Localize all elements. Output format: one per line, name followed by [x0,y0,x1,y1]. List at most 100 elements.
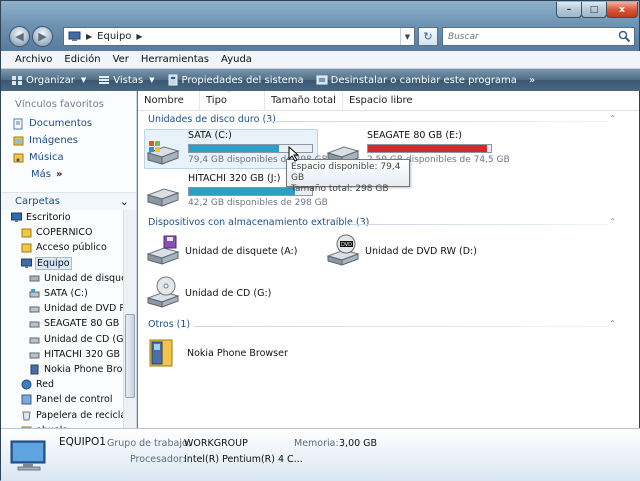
drive-name: SATA (C:) [188,130,232,141]
computer-name: EQUIPO1 [59,436,106,448]
organize-button[interactable]: Organizar ▼ [7,74,90,86]
menu-edicion[interactable]: Edición [58,54,106,65]
drive-item-disquete[interactable]: Unidad de disquete (A:) [144,234,297,268]
chevron-down-icon: ⌄ [119,195,129,208]
refresh-button[interactable]: ↻ [418,27,438,46]
drive-usage-fill [189,145,279,152]
phone-browser-icon [149,339,173,367]
refresh-icon: ↻ [423,30,433,43]
collapse-icon[interactable]: ⌃ [609,217,616,226]
favorite-label: Documentos [29,118,93,129]
chevron-down-icon: ▼ [404,32,411,41]
uninstall-button[interactable]: Desinstalar o cambiar este programa [312,74,521,86]
minimize-button[interactable]: – [556,2,582,18]
windows-hard-drive-icon [146,141,180,165]
column-nombre[interactable]: Nombre [138,91,200,111]
tree-item-hitachi-j[interactable]: HITACHI 320 GB (J:) [1,347,123,362]
system-properties-label: Propiedades del sistema [181,74,304,86]
maximize-button[interactable]: □ [581,2,607,18]
phone-browser-icon [30,364,39,375]
column-headers: Nombre Tipo ⌃ Tamaño total Espacio libre [138,91,639,111]
drive-name: Unidad de DVD RW (D:) [365,245,477,257]
tree-item-sata-c[interactable]: SATA (C:) [1,286,123,301]
menu-bar: Archivo Edición Ver Herramientas Ayuda [1,51,640,69]
favorite-documentos[interactable]: Documentos [1,115,136,132]
memory-value: 3,00 GB [339,438,378,449]
drive-item-cd-g[interactable]: Unidad de CD (G:) [144,276,271,310]
chevron-down-icon: ▼ [149,76,155,84]
breadcrumb-equipo[interactable]: Equipo [97,31,131,42]
views-icon [99,76,110,84]
drive-usage-fill [368,145,488,152]
collapse-icon[interactable]: ⌃ [609,114,616,123]
address-dropdown-button[interactable]: ▼ [400,28,414,45]
pictures-icon [13,136,24,145]
workgroup-value: WORKGROUP [184,438,248,449]
tree-label: Equipo [35,256,72,270]
dvd-drive-icon [29,306,40,313]
folders-header[interactable]: Carpetas ⌄ [1,192,136,210]
drive-usage-fill [189,188,295,195]
cd-drive-icon [146,276,180,308]
tree-item-seagate-e[interactable]: SEAGATE 80 GB (E:) [1,316,123,331]
organize-label: Organizar [26,74,75,86]
column-tamano-total[interactable]: Tamaño total [265,91,343,111]
tree-label: Escritorio [26,212,71,224]
more-favorites-link[interactable]: Más » [1,166,136,183]
desktop-icon [11,212,22,223]
views-button[interactable]: Vistas ▼ [94,74,158,86]
drive-tooltip: Espacio disponible: 79,4 GB Tamaño total… [286,159,410,194]
favorite-imagenes[interactable]: Imágenes [1,132,136,149]
tree-item-nokia[interactable]: Nokia Phone Browser [1,362,123,377]
column-espacio-libre[interactable]: Espacio libre [343,91,427,111]
tooltip-line: Espacio disponible: 79,4 GB [291,162,401,183]
drive-item-hitachi-j[interactable] [144,177,182,211]
folders-title: Carpetas [15,196,60,207]
tree-item-panel-control[interactable]: Panel de control [1,392,123,407]
tree-item-dvd-d[interactable]: Unidad de DVD RW (D:) [1,301,123,316]
menu-archivo[interactable]: Archivo [9,54,58,65]
back-button[interactable]: ◀ [9,26,30,47]
chevron-down-icon: ▼ [80,76,87,84]
menu-ver[interactable]: Ver [107,54,135,65]
tree-label: Acceso público [36,242,107,254]
tree-item-escritorio[interactable]: Escritorio [1,210,123,225]
tree-label: Unidad de disquete (A:) [44,272,123,284]
search-icon[interactable] [618,30,631,43]
folder-tree-scrollbar[interactable] [123,210,136,428]
tree-item-equipo[interactable]: Equipo [1,256,123,271]
favorite-musica[interactable]: Música [1,149,136,166]
group-divider [194,326,608,327]
close-button[interactable]: x [606,2,638,18]
drive-item-sata-c[interactable] [144,135,182,169]
tree-item-disquete[interactable]: Unidad de disquete (A:) [1,271,123,286]
tooltip-line: Tamaño total: 298 GB [291,184,389,194]
address-bar[interactable]: ▶ Equipo ▶ ▼ [63,27,415,46]
tree-item-copernico[interactable]: COPERNICO [1,225,123,240]
menu-herramientas[interactable]: Herramientas [135,54,215,65]
tree-item-papelera[interactable]: Papelera de reciclaje [1,407,123,422]
drive-item-dvd-d[interactable]: DVD Unidad de DVD RW (D:) [324,234,477,268]
column-tipo[interactable]: Tipo ⌃ [200,91,265,111]
tree-item-red[interactable]: Red [1,377,123,392]
forward-button[interactable]: ▶ [32,26,53,47]
item-nokia-phone-browser[interactable]: Nokia Phone Browser [146,336,288,370]
more-commands-button[interactable]: » [525,75,539,86]
group-divider [350,224,608,225]
network-icon [21,379,32,390]
tree-item-acceso-publico[interactable]: Acceso público [1,240,123,255]
title-bar: – □ x [1,1,640,23]
menu-ayuda[interactable]: Ayuda [215,54,258,65]
breadcrumb-separator-icon: ▶ [86,32,93,41]
documents-icon [13,118,23,129]
tree-item-cd-g[interactable]: Unidad de CD (G:) [1,332,123,347]
search-input[interactable]: Buscar [442,27,635,46]
collapse-icon[interactable]: ⌃ [609,319,616,328]
system-properties-button[interactable]: Propiedades del sistema [163,74,308,86]
uninstall-label: Desinstalar o cambiar este programa [330,74,517,86]
favorites-title: Vínculos favoritos [15,99,104,110]
scrollbar-thumb[interactable] [125,314,135,398]
content-pane: Nombre Tipo ⌃ Tamaño total Espacio libre… [138,91,639,428]
column-label: Tipo [206,95,228,106]
command-bar: Organizar ▼ Vistas ▼ Propiedades del siste… [1,69,640,91]
